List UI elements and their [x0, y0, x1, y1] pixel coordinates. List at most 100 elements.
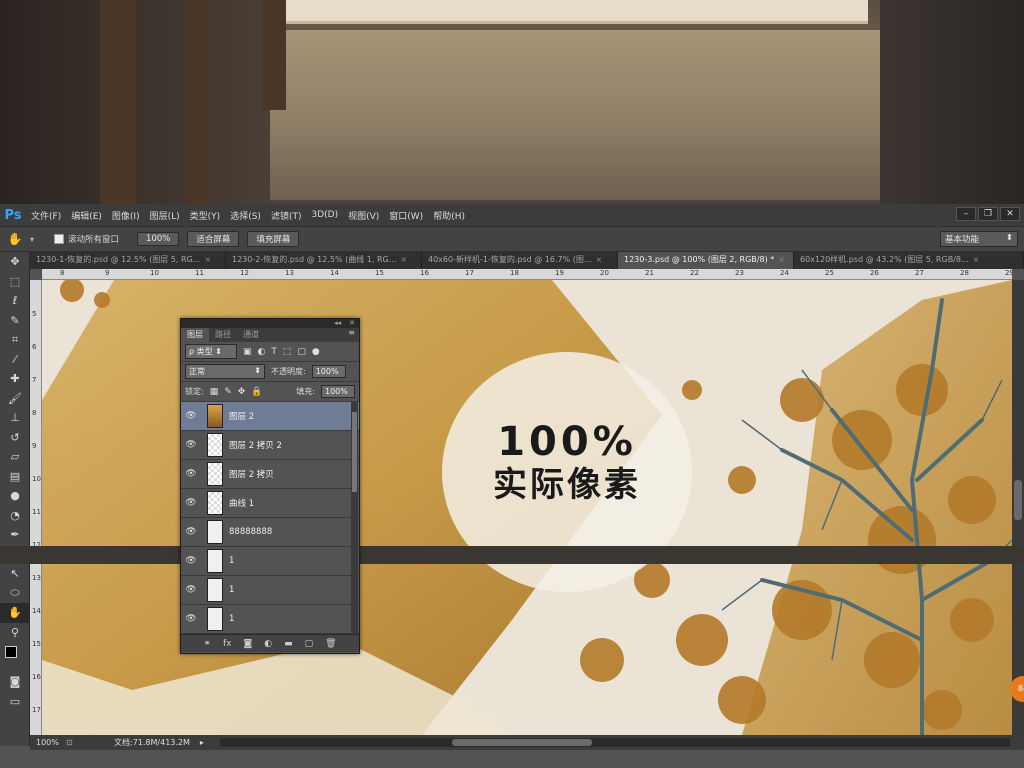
lock-transparent-icon[interactable]: ▦ [210, 387, 219, 397]
menu-file[interactable]: 文件(F) [26, 209, 66, 222]
menu-image[interactable]: 图像(I) [107, 209, 145, 222]
layer-row[interactable]: 👁 88888888 [181, 518, 359, 547]
history-brush-tool-icon[interactable]: ↺ [0, 428, 30, 448]
hand-tool-icon[interactable]: ✋ [0, 232, 30, 246]
eye-icon[interactable]: 👁 [181, 527, 201, 537]
tab-channels[interactable]: 通道 [237, 328, 265, 342]
zoom-level[interactable]: 100% [30, 738, 66, 747]
close-button[interactable]: ✕ [1000, 207, 1020, 221]
workspace-select[interactable]: 基本功能 ⬍ [940, 231, 1018, 247]
eye-icon[interactable]: 👁 [181, 411, 201, 421]
horizontal-scrollbar[interactable] [220, 738, 1010, 747]
tab-paths[interactable]: 路径 [209, 328, 237, 342]
tab-doc-3[interactable]: 40x60-新样机-1-恢复的.psd @ 16.7% (图... × [422, 252, 618, 269]
lock-all-icon[interactable]: 🔒 [251, 387, 262, 397]
close-icon[interactable]: × [596, 255, 603, 264]
menu-help[interactable]: 帮助(H) [428, 209, 470, 222]
scrollbar-thumb[interactable] [1014, 480, 1022, 520]
collapse-icon[interactable]: ◂◂ [334, 319, 341, 328]
panel-menu-icon[interactable]: ≡ [348, 328, 359, 342]
close-icon[interactable]: × [400, 255, 407, 264]
blend-mode-select[interactable]: 正常 ⬍ [185, 364, 265, 379]
stamp-tool-icon[interactable]: ⊥ [0, 408, 30, 428]
filter-toggle-icon[interactable]: ● [312, 347, 320, 357]
shape-tool-icon[interactable]: ⬭ [0, 584, 30, 604]
scrollbar-thumb[interactable] [452, 739, 592, 746]
layer-row[interactable]: 👁 1 [181, 576, 359, 605]
zoom-tool-icon[interactable]: ⚲ [0, 623, 30, 643]
link-icon[interactable]: ⚭ [203, 639, 211, 649]
menu-edit[interactable]: 编辑(E) [66, 209, 107, 222]
layer-row[interactable]: 👁 图层 2 拷贝 2 [181, 431, 359, 460]
smart-object-filter-icon[interactable]: ▢ [297, 347, 306, 357]
foreground-color[interactable] [5, 646, 17, 658]
blur-tool-icon[interactable]: ● [0, 486, 30, 506]
tab-doc-1[interactable]: 1230-1-恢复的.psd @ 12.5% (图层 5, RG... × [30, 252, 226, 269]
marquee-tool-icon[interactable]: ⬚ [0, 272, 30, 292]
lock-pixels-icon[interactable]: ✎ [224, 387, 232, 397]
screen-mode-icon[interactable]: ▭ [0, 692, 30, 712]
layer-row[interactable]: 👁 图层 2 [181, 402, 359, 431]
gradient-tool-icon[interactable]: ▤ [0, 467, 30, 487]
eyedropper-tool-icon[interactable]: ⁄ [0, 350, 30, 370]
quick-mask-icon[interactable]: ◙ [0, 672, 30, 692]
opacity-input[interactable]: 100% [311, 365, 346, 378]
eraser-tool-icon[interactable]: ▱ [0, 447, 30, 467]
fill-input[interactable]: 100% [321, 385, 355, 398]
shape-filter-icon[interactable]: ⬚ [283, 347, 292, 357]
close-icon[interactable]: × [778, 255, 785, 264]
eye-icon[interactable]: 👁 [181, 585, 201, 595]
close-icon[interactable]: × [204, 255, 211, 264]
tab-doc-5[interactable]: 60x120样机.psd @ 43.2% (图层 5, RGB/8... × [794, 252, 1024, 269]
layer-row[interactable]: 👁 1 [181, 547, 359, 576]
quick-select-tool-icon[interactable]: ✎ [0, 311, 30, 331]
layers-scrollbar[interactable] [351, 402, 358, 634]
eye-icon[interactable]: 👁 [181, 614, 201, 624]
tab-layers[interactable]: 图层 [181, 328, 209, 342]
document-info[interactable]: 文档:71.8M/413.2M [114, 737, 190, 748]
tab-doc-active[interactable]: 1230-3.psd @ 100% (图层 2, RGB/8) * × [618, 252, 794, 269]
crop-tool-icon[interactable]: ⌗ [0, 330, 30, 350]
tool-preset-dropdown-icon[interactable]: ▾ [30, 235, 34, 244]
path-select-tool-icon[interactable]: ↖ [0, 564, 30, 584]
pen-tool-icon[interactable]: ✒ [0, 525, 30, 545]
hand-tool-icon[interactable]: ✋ [0, 603, 30, 623]
eye-icon[interactable]: 👁 [181, 440, 201, 450]
healing-tool-icon[interactable]: ✚ [0, 369, 30, 389]
move-tool-icon[interactable]: ✥ [0, 252, 30, 272]
menu-3d[interactable]: 3D(D) [306, 210, 343, 220]
eye-icon[interactable]: 👁 [181, 556, 201, 566]
tab-doc-2[interactable]: 1230-2-恢复的.psd @ 12.5% (曲线 1, RG... × [226, 252, 422, 269]
color-swatches[interactable] [0, 642, 30, 672]
menu-layer[interactable]: 图层(L) [145, 209, 185, 222]
type-filter-icon[interactable]: T [271, 347, 277, 357]
adjustment-icon[interactable]: ◐ [264, 639, 272, 649]
eye-icon[interactable]: 👁 [181, 498, 201, 508]
vertical-scrollbar[interactable] [1012, 280, 1024, 735]
lasso-tool-icon[interactable]: ℓ [0, 291, 30, 311]
menu-window[interactable]: 窗口(W) [384, 209, 428, 222]
adjustment-filter-icon[interactable]: ◐ [258, 347, 266, 357]
lock-position-icon[interactable]: ✥ [238, 387, 246, 397]
layer-row[interactable]: 👁 曲线 1 [181, 489, 359, 518]
scrollbar-thumb[interactable] [352, 412, 357, 492]
mask-icon[interactable]: ◙ [243, 639, 252, 649]
menu-type[interactable]: 类型(Y) [185, 209, 226, 222]
scroll-all-checkbox[interactable] [54, 234, 65, 244]
trash-icon[interactable]: 🗑 [325, 639, 336, 649]
kind-filter-select[interactable]: ρ 类型 ⬍ [185, 344, 237, 359]
close-icon[interactable]: ✕ [349, 319, 355, 328]
close-icon[interactable]: × [973, 255, 980, 264]
dodge-tool-icon[interactable]: ◔ [0, 506, 30, 526]
pixel-filter-icon[interactable]: ▣ [243, 347, 252, 357]
brush-tool-icon[interactable]: 🖌 [0, 389, 30, 409]
eye-icon[interactable]: 👁 [181, 469, 201, 479]
menu-view[interactable]: 视图(V) [343, 209, 384, 222]
restore-button[interactable]: ❐ [978, 207, 998, 221]
zoom-100-button[interactable]: 100% [137, 232, 180, 246]
menu-select[interactable]: 选择(S) [225, 209, 266, 222]
minimize-button[interactable]: – [956, 207, 976, 221]
layer-row[interactable]: 👁 1 [181, 605, 359, 634]
fill-screen-button[interactable]: 填充屏幕 [247, 231, 300, 247]
fit-screen-button[interactable]: 适合屏幕 [187, 231, 240, 247]
